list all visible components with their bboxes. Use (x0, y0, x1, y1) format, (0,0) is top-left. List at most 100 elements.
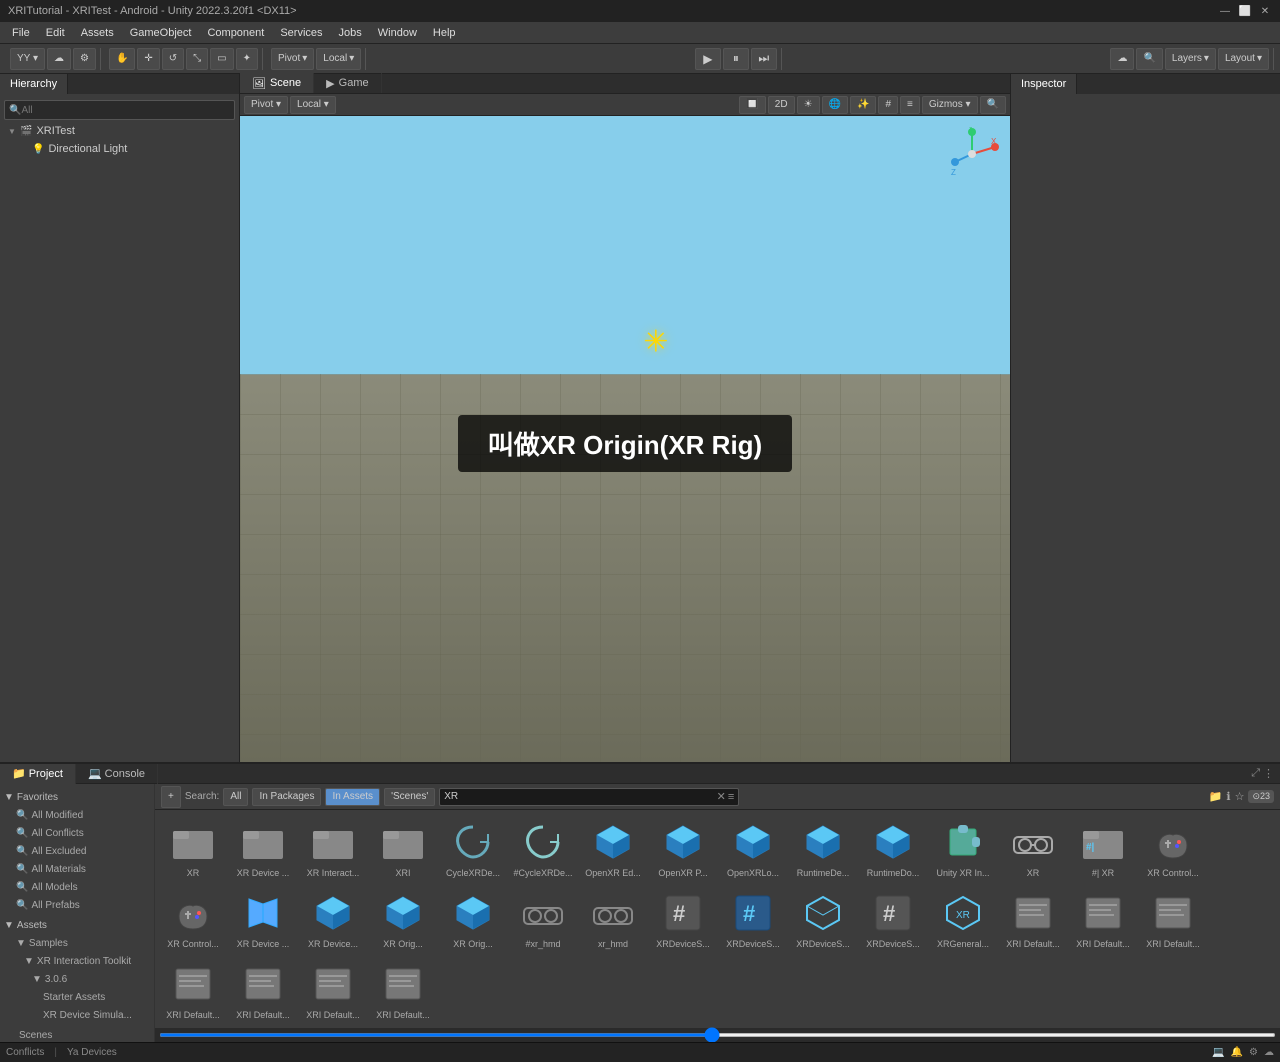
menu-file[interactable]: File (4, 25, 38, 41)
fx-btn[interactable]: ✨ (850, 96, 876, 114)
filter-icon[interactable]: ≡ (728, 791, 734, 803)
pivot-scene-btn[interactable]: Pivot ▾ (244, 96, 288, 114)
more-btn[interactable]: ≡ (900, 96, 920, 114)
lights-btn[interactable]: ☀ (797, 96, 820, 114)
layers-button[interactable]: Layers ▾ (1165, 48, 1216, 70)
filter-scenes[interactable]: 'Scenes' (384, 788, 435, 806)
favorites-all-models[interactable]: 🔍All Models (0, 878, 154, 896)
asset-xri-default-2[interactable]: XRI Default... (1069, 885, 1137, 954)
filter-in-packages[interactable]: In Packages (252, 788, 321, 806)
asset-cycle-xrde[interactable]: CycleXRDe... (439, 814, 507, 883)
asset-xr-folder2[interactable]: #| #| XR (1069, 814, 1137, 883)
bookmark-icon-btn[interactable]: ☆ (1235, 790, 1245, 803)
pause-button[interactable]: ⏸ (723, 48, 749, 70)
asset-xri-default-4[interactable]: XRI Default... (159, 956, 227, 1025)
asset-openxr-ed[interactable]: OpenXR Ed... (579, 814, 647, 883)
asset-xr-orig2[interactable]: XR Orig... (439, 885, 507, 954)
favorites-all-modified[interactable]: 🔍All Modified (0, 806, 154, 824)
asset-xri-folder[interactable]: XRI (369, 814, 437, 883)
assets-grid-container[interactable]: XR XR Device ... XR Interact... (155, 810, 1280, 1028)
yy-dropdown[interactable]: YY ▾ (10, 48, 45, 70)
inspector-tab[interactable]: Inspector (1011, 74, 1077, 94)
assets-scenes[interactable]: Scenes (0, 1026, 154, 1042)
asset-openxrlo[interactable]: OpenXRLo... (719, 814, 787, 883)
asset-xri-default-5[interactable]: XRI Default... (229, 956, 297, 1025)
asset-unity-xr-in[interactable]: Unity XR In... (929, 814, 997, 883)
search-scene-btn[interactable]: 🔍 (980, 96, 1006, 114)
filter-all[interactable]: All (223, 788, 248, 806)
add-asset-button[interactable]: + (161, 786, 181, 808)
info-icon-btn[interactable]: ℹ (1226, 790, 1230, 803)
play-button[interactable]: ▶ (695, 48, 721, 70)
asset-xr-folder[interactable]: XR (159, 814, 227, 883)
game-tab[interactable]: ▶ Game (314, 73, 381, 93)
favorites-all-conflicts[interactable]: 🔍All Conflicts (0, 824, 154, 842)
zoom-slider[interactable] (159, 1033, 1276, 1037)
favorites-all-materials[interactable]: 🔍All Materials (0, 860, 154, 878)
asset-xr-control1[interactable]: XR Control... (1139, 814, 1207, 883)
asset-runtimedo[interactable]: RuntimeDo... (859, 814, 927, 883)
hierarchy-tab[interactable]: Hierarchy (0, 74, 68, 94)
menu-component[interactable]: Component (199, 25, 272, 41)
tree-item-directional-light[interactable]: 💡 Directional Light (0, 140, 239, 158)
asset-xrgeneral[interactable]: XR XRGeneral... (929, 885, 997, 954)
tree-item-xritest[interactable]: ▼ 🎬 XRITest (0, 122, 239, 140)
asset-xr-device-book[interactable]: XR Device ... (229, 885, 297, 954)
favorites-all-excluded[interactable]: 🔍All Excluded (0, 842, 154, 860)
menu-assets[interactable]: Assets (73, 25, 122, 41)
settings-button[interactable]: ⚙ (73, 48, 96, 70)
favorites-header[interactable]: ▼ Favorites (0, 788, 154, 806)
menu-edit[interactable]: Edit (38, 25, 73, 41)
cloud-icon-btn[interactable]: ☁ (1110, 48, 1134, 70)
draw-mode-btn[interactable]: 🔲 (739, 96, 765, 114)
console-tab[interactable]: 💻 Console (76, 764, 158, 784)
asset-xrdevice4[interactable]: # XRDeviceS... (859, 885, 927, 954)
gizmos-btn[interactable]: Gizmos ▾ (922, 96, 978, 114)
asset-xr-device-folder[interactable]: XR Device ... (229, 814, 297, 883)
scale-tool[interactable]: ⤡ (186, 48, 208, 70)
move-tool[interactable]: ✛ (137, 48, 159, 70)
asset-xr-control2[interactable]: XR Control... (159, 885, 227, 954)
folder-icon-btn[interactable]: 📁 (1209, 790, 1223, 803)
hierarchy-search-box[interactable]: 🔍 (4, 100, 235, 120)
menu-window[interactable]: Window (370, 25, 425, 41)
assets-samples[interactable]: ▼Samples (0, 934, 154, 952)
menu-help[interactable]: Help (425, 25, 464, 41)
menu-jobs[interactable]: Jobs (331, 25, 370, 41)
assets-306[interactable]: ▼3.0.6 (0, 970, 154, 988)
asset-xrdevice3[interactable]: XRDeviceS... (789, 885, 857, 954)
assets-header[interactable]: ▼ Assets (0, 916, 154, 934)
step-button[interactable]: ⏭ (751, 48, 777, 70)
filter-in-assets[interactable]: In Assets (325, 788, 380, 806)
asset-cycle-xrde2[interactable]: #CycleXRDe... (509, 814, 577, 883)
cloud-button[interactable]: ☁ (47, 48, 71, 70)
local-button[interactable]: Local ▾ (316, 48, 361, 70)
pivot-button[interactable]: Pivot ▾ (271, 48, 314, 70)
asset-xrdevice2[interactable]: # XRDeviceS... (719, 885, 787, 954)
close-button[interactable]: ✕ (1258, 4, 1272, 18)
assets-starter[interactable]: Starter Assets (0, 988, 154, 1006)
asset-search-box[interactable]: ✕ ≡ (439, 788, 739, 806)
asset-xr-device-cube[interactable]: XR Device... (299, 885, 367, 954)
expand-icon[interactable]: ⤢ (1251, 767, 1260, 780)
asset-xri-default-6[interactable]: XRI Default... (299, 956, 367, 1025)
scene-tab[interactable]: 🖼 Scene (240, 73, 314, 93)
asset-xr-hmd1[interactable]: #xr_hmd (509, 885, 577, 954)
asset-xri-default-7[interactable]: XRI Default... (369, 956, 437, 1025)
asset-xri-default-1[interactable]: XRI Default... (999, 885, 1067, 954)
hierarchy-search-input[interactable] (21, 105, 230, 116)
hand-tool[interactable]: ✋ (109, 48, 135, 70)
asset-xrdevice1[interactable]: # XRDeviceS... (649, 885, 717, 954)
asset-xr-interact-folder[interactable]: XR Interact... (299, 814, 367, 883)
asset-xri-default-3[interactable]: XRI Default... (1139, 885, 1207, 954)
search-icon-btn[interactable]: 🔍 (1136, 48, 1162, 70)
menu-services[interactable]: Services (272, 25, 330, 41)
asset-runtimede[interactable]: RuntimeDe... (789, 814, 857, 883)
rect-tool[interactable]: ▭ (210, 48, 233, 70)
asset-search-input[interactable] (444, 791, 716, 802)
rotate-tool[interactable]: ↺ (162, 48, 184, 70)
maximize-button[interactable]: ⬜ (1238, 4, 1252, 18)
2d-btn[interactable]: 2D (768, 96, 795, 114)
multi-tool[interactable]: ✦ (236, 48, 258, 70)
asset-openxr-p[interactable]: OpenXR P... (649, 814, 717, 883)
